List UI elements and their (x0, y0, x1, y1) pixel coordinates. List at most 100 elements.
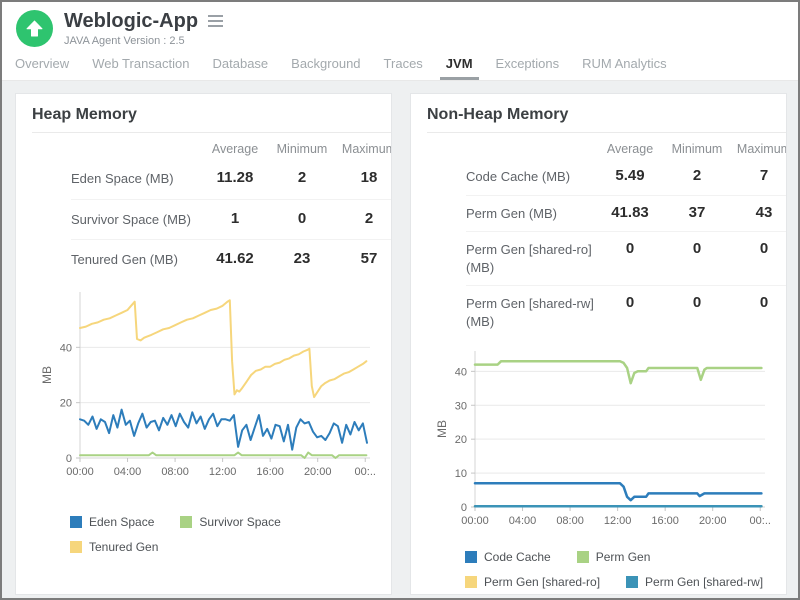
svg-text:08:00: 08:00 (556, 515, 584, 527)
svg-text:20: 20 (60, 397, 72, 409)
page-title: Weblogic-App (64, 10, 198, 32)
svg-text:16:00: 16:00 (256, 466, 284, 478)
min-value: 37 (664, 196, 730, 229)
panel-title: Non-Heap Memory (411, 94, 786, 132)
column-header-maximum: Maximum (730, 135, 787, 159)
tab-web-transaction[interactable]: Web Transaction (89, 50, 192, 80)
svg-text:04:00: 04:00 (114, 466, 142, 478)
max-value: 7 (730, 159, 787, 192)
avg-value: 5.49 (596, 159, 664, 192)
column-header-maximum: Maximum (335, 135, 392, 159)
divider (32, 132, 391, 133)
row-label: Perm Gen (MB) (466, 196, 596, 232)
max-value: 57 (335, 240, 392, 277)
legend-swatch (180, 516, 192, 528)
min-value: 0 (664, 286, 730, 319)
table-row: Perm Gen [shared-rw] (MB) 0 0 0 (466, 285, 786, 339)
stat-table-header: Average Minimum Maximum (71, 135, 391, 159)
heap-chart-canvas[interactable]: 0204000:0004:0008:0012:0016:0020:0000:..… (36, 284, 386, 484)
row-label: Perm Gen [shared-rw] (MB) (466, 286, 596, 339)
app-window: Weblogic-App JAVA Agent Version : 2.5 Ov… (0, 0, 800, 600)
row-label: Survivor Space (MB) (71, 200, 201, 240)
column-header-minimum: Minimum (664, 135, 730, 159)
tab-exceptions[interactable]: Exceptions (493, 50, 563, 80)
max-value: 0 (730, 232, 787, 265)
svg-text:40: 40 (60, 342, 72, 354)
svg-text:04:00: 04:00 (509, 515, 537, 527)
legend-item-survivor-space[interactable]: Survivor Space (180, 515, 280, 529)
non-heap-stat-table: Average Minimum Maximum Code Cache (MB) … (466, 135, 786, 339)
heap-memory-chart: 0204000:0004:0008:0012:0016:0020:0000:..… (36, 284, 391, 489)
svg-text:0: 0 (66, 453, 72, 465)
svg-text:0: 0 (461, 502, 467, 514)
non-heap-memory-chart: 01020304000:0004:0008:0012:0016:0020:000… (431, 343, 786, 538)
column-header-minimum: Minimum (269, 135, 335, 159)
legend-item-perm-gen-shared-ro[interactable]: Perm Gen [shared-ro] (465, 575, 600, 589)
non-heap-chart-legend: Code Cache Perm Gen Perm Gen [shared-ro]… (465, 550, 765, 589)
tab-jvm[interactable]: JVM (443, 50, 476, 80)
tab-overview[interactable]: Overview (12, 50, 72, 80)
heap-chart-legend: Eden Space Survivor Space Tenured Gen (70, 515, 391, 554)
legend-swatch (465, 551, 477, 563)
divider (427, 132, 786, 133)
svg-text:MB: MB (435, 420, 449, 438)
max-value: 43 (730, 196, 787, 229)
legend-swatch (70, 541, 82, 553)
column-header-average: Average (201, 135, 269, 159)
svg-text:00:..: 00:.. (750, 515, 771, 527)
app-status-icon (16, 10, 53, 47)
max-value: 2 (335, 200, 392, 237)
table-row: Perm Gen (MB) 41.83 37 43 (466, 195, 786, 232)
tab-background[interactable]: Background (288, 50, 363, 80)
stat-table-header: Average Minimum Maximum (466, 135, 786, 159)
svg-text:00:00: 00:00 (461, 515, 489, 527)
tab-bar: Overview Web Transaction Database Backgr… (2, 50, 798, 81)
svg-text:20: 20 (455, 434, 467, 446)
min-value: 0 (269, 200, 335, 237)
avg-value: 0 (596, 286, 664, 319)
svg-text:00:..: 00:.. (355, 466, 376, 478)
tab-rum-analytics[interactable]: RUM Analytics (579, 50, 670, 80)
panel-title: Heap Memory (16, 94, 391, 132)
agent-version-label: JAVA Agent Version : 2.5 (64, 35, 225, 47)
legend-swatch (70, 516, 82, 528)
avg-value: 41.62 (201, 240, 269, 277)
tab-traces[interactable]: Traces (381, 50, 426, 80)
min-value: 2 (269, 159, 335, 196)
avg-value: 0 (596, 232, 664, 265)
svg-text:12:00: 12:00 (604, 515, 632, 527)
table-row: Eden Space (MB) 11.28 2 18 (71, 159, 391, 199)
avg-value: 11.28 (201, 159, 269, 196)
table-row: Perm Gen [shared-ro] (MB) 0 0 0 (466, 231, 786, 285)
min-value: 23 (269, 240, 335, 277)
menu-icon[interactable] (206, 10, 225, 32)
legend-swatch (577, 551, 589, 563)
legend-swatch (465, 576, 477, 588)
column-header-average: Average (596, 135, 664, 159)
max-value: 0 (730, 286, 787, 319)
svg-text:16:00: 16:00 (651, 515, 679, 527)
svg-text:30: 30 (455, 401, 467, 413)
header: Weblogic-App JAVA Agent Version : 2.5 Ov… (2, 2, 798, 81)
avg-value: 1 (201, 200, 269, 237)
row-label: Tenured Gen (MB) (71, 240, 201, 280)
svg-text:40: 40 (455, 367, 467, 379)
table-row: Survivor Space (MB) 1 0 2 (71, 199, 391, 240)
arrow-up-icon (26, 20, 43, 37)
non-heap-chart-canvas[interactable]: 01020304000:0004:0008:0012:0016:0020:000… (431, 343, 781, 533)
svg-text:00:00: 00:00 (66, 466, 94, 478)
max-value: 18 (335, 159, 392, 196)
legend-item-code-cache[interactable]: Code Cache (465, 550, 551, 564)
non-heap-memory-panel: Non-Heap Memory Average Minimum Maximum … (410, 93, 787, 595)
svg-text:08:00: 08:00 (161, 466, 189, 478)
tab-database[interactable]: Database (210, 50, 272, 80)
legend-item-perm-gen[interactable]: Perm Gen (577, 550, 651, 564)
legend-item-eden-space[interactable]: Eden Space (70, 515, 154, 529)
legend-item-tenured-gen[interactable]: Tenured Gen (70, 540, 158, 554)
legend-item-perm-gen-shared-rw[interactable]: Perm Gen [shared-rw] (626, 575, 763, 589)
heap-stat-table: Average Minimum Maximum Eden Space (MB) … (71, 135, 391, 280)
svg-text:MB: MB (40, 366, 54, 384)
row-label: Perm Gen [shared-ro] (MB) (466, 232, 596, 285)
heap-memory-panel: Heap Memory Average Minimum Maximum Eden… (15, 93, 392, 595)
min-value: 0 (664, 232, 730, 265)
